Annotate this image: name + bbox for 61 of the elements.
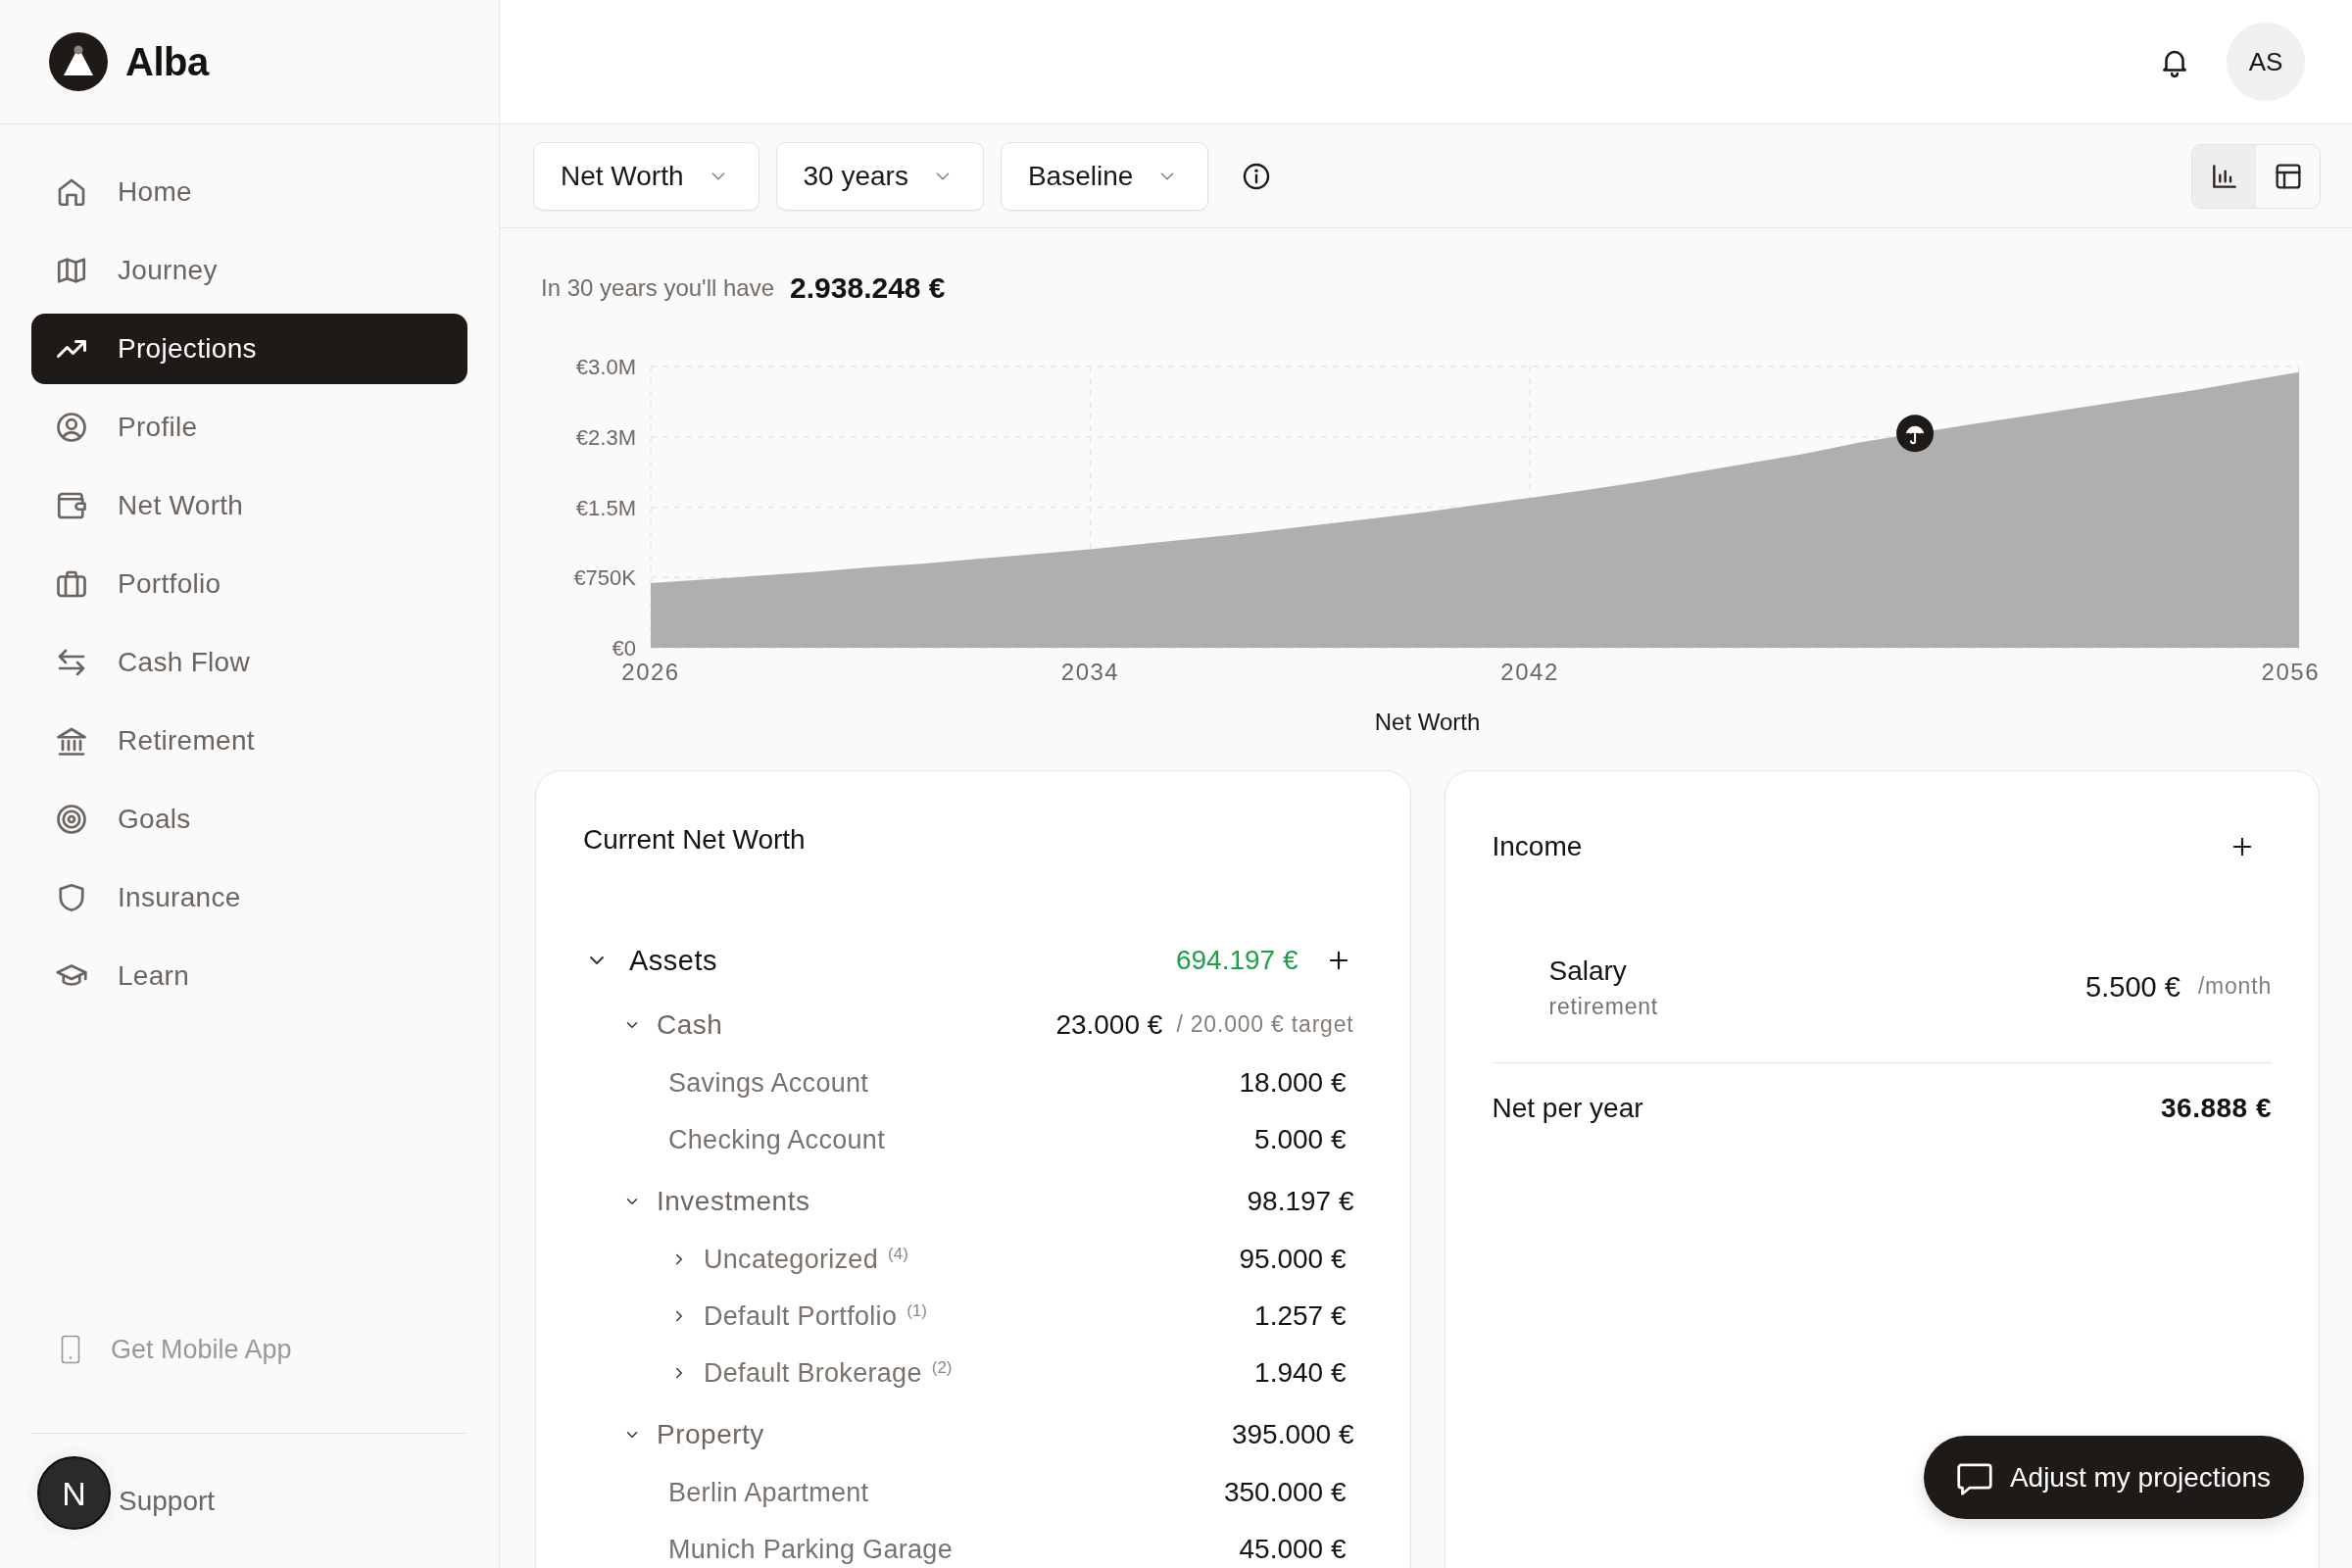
- total-value: 36.888 €: [2161, 1092, 2272, 1125]
- account-label: Default Portfolio: [704, 1299, 898, 1333]
- account-label: Checking Account: [668, 1123, 885, 1156]
- account-label: Savings Account: [668, 1066, 869, 1100]
- adjust-projections-button[interactable]: Adjust my projections: [1923, 1436, 2304, 1519]
- account-label: Berlin Apartment: [668, 1476, 869, 1509]
- target-text: / 20.000 € target: [1176, 1011, 1354, 1039]
- income-amount: 5.500 €: [2085, 969, 2180, 1004]
- amount-value: 18.000 €: [1239, 1066, 1347, 1100]
- total-label: Net per year: [1492, 1092, 1643, 1125]
- item-count: (4): [888, 1246, 908, 1263]
- nav-item[interactable]: Portfolio: [31, 549, 467, 619]
- income-category: retirement: [1548, 993, 1659, 1021]
- user-avatar[interactable]: AS: [2227, 23, 2305, 101]
- nav-item[interactable]: Goals: [31, 784, 467, 855]
- amount-value: 1.257 €: [1254, 1299, 1347, 1333]
- chart-view-button[interactable]: [2192, 144, 2256, 208]
- category-label: Property: [657, 1418, 764, 1451]
- nav-item[interactable]: Profile: [31, 392, 467, 463]
- nav-item[interactable]: Home: [31, 157, 467, 227]
- select-dropdown[interactable]: Net Worth: [533, 141, 760, 211]
- amount-value: 350.000 €: [1223, 1476, 1347, 1509]
- nav-item[interactable]: Insurance: [31, 862, 467, 933]
- item-count: (2): [931, 1359, 953, 1377]
- account-label: Default Brokerage: [704, 1356, 922, 1390]
- income-period: /month: [2197, 973, 2272, 1001]
- select-dropdown[interactable]: 30 years: [775, 141, 984, 211]
- select-dropdown[interactable]: Baseline: [1000, 141, 1209, 211]
- nav-item[interactable]: Learn: [31, 941, 467, 1011]
- target-icon: [54, 802, 89, 837]
- category-label: Cash: [657, 1008, 723, 1042]
- summary-label: In 30 years you'll have: [541, 273, 775, 303]
- amount-value: 694.197 €: [1175, 944, 1298, 977]
- amount-value: 395.000 €: [1231, 1418, 1354, 1451]
- card-title: Income: [1492, 830, 1583, 863]
- x-axis-label: 2056: [2261, 659, 2320, 685]
- x-axis-label: 2042: [1500, 659, 1559, 685]
- user-circle-icon: [54, 410, 89, 445]
- nav-item[interactable]: Retirement: [31, 706, 467, 776]
- summary-value: 2.938.248 €: [790, 270, 946, 306]
- amount-value: 23.000 €: [1055, 1008, 1163, 1042]
- brand-name: Alba: [125, 39, 209, 85]
- nav-item[interactable]: Cash Flow: [31, 627, 467, 698]
- amount-value: 95.000 €: [1239, 1243, 1347, 1276]
- card-title: Current Net Worth: [583, 823, 807, 857]
- amount-value: 98.197 €: [1247, 1185, 1354, 1218]
- nav-item[interactable]: Net Worth: [31, 470, 467, 541]
- umbrella-marker-icon[interactable]: [1896, 415, 1935, 453]
- nav-item[interactable]: Journey: [31, 235, 467, 306]
- account-label: Uncategorized: [704, 1243, 878, 1276]
- section-label: Assets: [629, 943, 718, 978]
- category-label: Investments: [657, 1185, 810, 1218]
- amount-value: 5.000 €: [1254, 1123, 1347, 1156]
- amount-value: 45.000 €: [1239, 1533, 1347, 1566]
- nav-item[interactable]: Projections: [31, 314, 467, 384]
- phone-icon: [61, 1335, 80, 1364]
- logo-icon: [49, 32, 108, 91]
- amount-value: 1.940 €: [1254, 1356, 1347, 1390]
- item-count: (1): [906, 1302, 927, 1320]
- account-label: Munich Parking Garage: [668, 1533, 953, 1566]
- income-name: Salary: [1548, 955, 1628, 988]
